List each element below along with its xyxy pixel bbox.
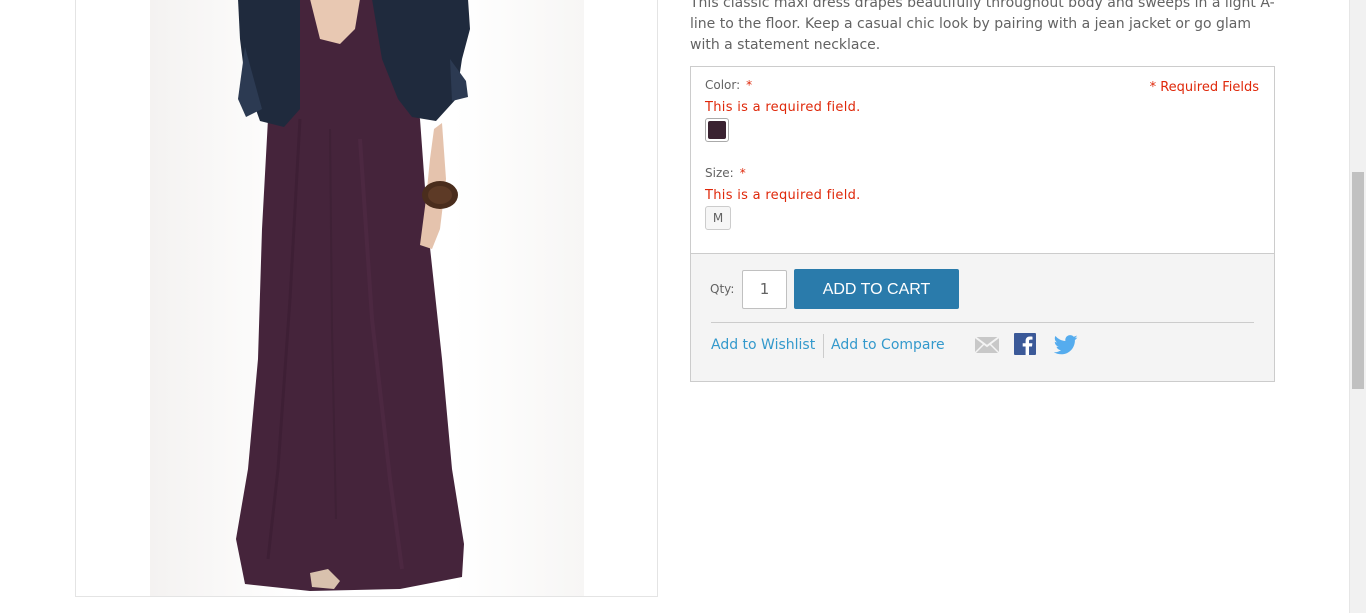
qty-label: Qty: (710, 282, 735, 296)
color-swatch[interactable] (705, 118, 729, 142)
facebook-icon[interactable] (1014, 333, 1036, 359)
required-star: * (746, 78, 753, 92)
color-option-label: Color: * (705, 78, 752, 92)
product-image[interactable] (150, 0, 584, 596)
product-description: This classic maxi dress drapes beautiful… (690, 0, 1275, 53)
add-to-cart-box: Qty: 1 ADD TO CART Add to Wishlist Add t… (690, 253, 1275, 382)
twitter-icon[interactable] (1053, 335, 1078, 359)
size-error-message: This is a required field. (705, 188, 861, 203)
color-error-message: This is a required field. (705, 100, 861, 115)
required-star: * (739, 166, 746, 180)
add-to-wishlist-link[interactable]: Add to Wishlist (711, 337, 815, 353)
qty-input[interactable]: 1 (742, 270, 787, 309)
maxi-dress-photo (236, 0, 470, 591)
add-to-cart-button[interactable]: ADD TO CART (794, 269, 959, 309)
link-separator (823, 334, 824, 358)
color-label-text: Color: (705, 78, 741, 92)
color-swatch-fill (708, 121, 726, 139)
add-to-compare-link[interactable]: Add to Compare (831, 337, 945, 353)
product-options: * Required Fields Color: * This is a requ… (690, 66, 1275, 254)
required-fields-note: * Required Fields (1149, 80, 1259, 95)
page-scrollbar[interactable] (1349, 0, 1366, 613)
size-swatch-m[interactable]: M (705, 206, 731, 230)
scrollbar-thumb[interactable] (1352, 172, 1364, 389)
size-option-label: Size: * (705, 166, 746, 180)
divider (711, 322, 1254, 323)
product-image-frame (75, 0, 658, 597)
size-label-text: Size: (705, 166, 734, 180)
email-icon[interactable] (974, 336, 1000, 358)
